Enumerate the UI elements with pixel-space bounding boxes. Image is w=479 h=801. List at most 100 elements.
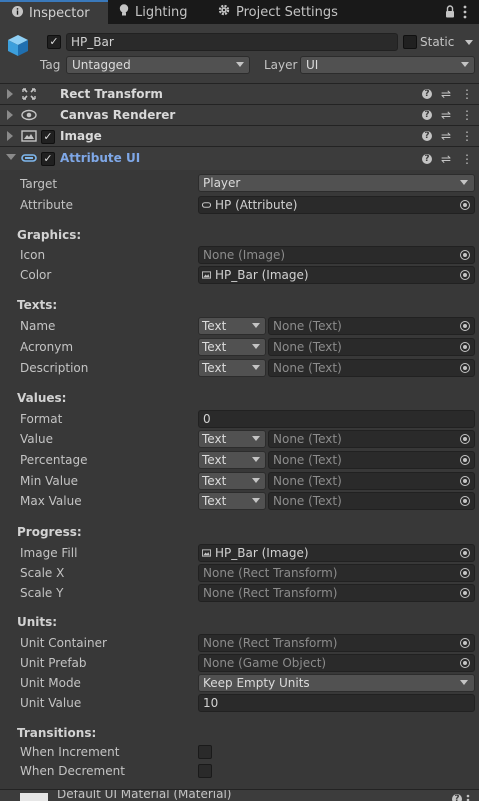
value-text-field[interactable]: None (Text) bbox=[268, 430, 475, 448]
name-mode-value: Text bbox=[202, 319, 227, 333]
attribute-field[interactable]: HP (Attribute) bbox=[198, 196, 475, 214]
more-options-icon[interactable]: ⋮ bbox=[460, 128, 474, 144]
unit-mode-dropdown[interactable]: Keep Empty Units bbox=[198, 674, 475, 692]
object-picker-icon[interactable] bbox=[460, 321, 470, 331]
more-options-icon[interactable]: ⋮ bbox=[460, 151, 474, 167]
object-picker-icon[interactable] bbox=[460, 363, 470, 373]
gameobject-header: ✓ HP_Bar Static Tag Untagged Layer UI bbox=[0, 24, 479, 85]
chevron-down-icon bbox=[460, 680, 468, 685]
unit-container-value: None (Rect Transform) bbox=[203, 636, 338, 650]
component-enabled-checkbox[interactable]: ✓ bbox=[41, 130, 55, 144]
acronym-label: Acronym bbox=[20, 340, 74, 354]
object-picker-icon[interactable] bbox=[460, 638, 470, 648]
component-attribute-ui[interactable]: ✓ Attribute UI ? ⇌ ⋮ bbox=[0, 146, 479, 170]
tab-bar: Inspector Lighting Project Settings bbox=[0, 0, 479, 24]
color-field[interactable]: HP_Bar (Image) bbox=[198, 266, 475, 284]
description-mode-value: Text bbox=[202, 361, 227, 375]
object-picker-icon[interactable] bbox=[460, 250, 470, 260]
object-picker-icon[interactable] bbox=[460, 455, 470, 465]
name-text-field[interactable]: None (Text) bbox=[268, 317, 475, 335]
info-icon bbox=[12, 5, 23, 21]
object-picker-icon[interactable] bbox=[460, 496, 470, 506]
target-value: Player bbox=[203, 176, 241, 190]
description-mode-dropdown[interactable]: Text bbox=[198, 359, 266, 377]
more-options-icon[interactable]: ⋮ bbox=[460, 86, 474, 102]
icon-field[interactable]: None (Image) bbox=[198, 246, 475, 264]
percentage-text-field[interactable]: None (Text) bbox=[268, 451, 475, 469]
script-icon bbox=[202, 202, 211, 208]
gameobject-active-checkbox[interactable]: ✓ bbox=[47, 35, 61, 49]
scale-x-field[interactable]: None (Rect Transform) bbox=[198, 564, 475, 582]
help-icon[interactable]: ? bbox=[422, 89, 432, 99]
tab-project-settings[interactable]: Project Settings bbox=[218, 0, 338, 24]
when-increment-checkbox[interactable] bbox=[198, 745, 212, 759]
unit-prefab-field[interactable]: None (Game Object) bbox=[198, 654, 475, 672]
tag-label: Tag bbox=[40, 58, 61, 72]
expand-arrow-icon[interactable] bbox=[7, 110, 13, 120]
acronym-text-field[interactable]: None (Text) bbox=[268, 338, 475, 356]
min-value-mode-dropdown[interactable]: Text bbox=[198, 472, 266, 490]
chevron-down-icon bbox=[236, 62, 244, 67]
object-picker-icon[interactable] bbox=[460, 658, 470, 668]
object-picker-icon[interactable] bbox=[460, 200, 470, 210]
min-value-text-field[interactable]: None (Text) bbox=[268, 472, 475, 490]
help-icon[interactable]: ? bbox=[422, 131, 432, 141]
tag-dropdown[interactable]: Untagged bbox=[66, 56, 250, 74]
unit-value-input[interactable]: 10 bbox=[198, 694, 475, 712]
more-options-icon[interactable] bbox=[466, 790, 470, 801]
expand-arrow-icon[interactable] bbox=[7, 131, 13, 141]
component-rect-transform[interactable]: Rect Transform ? ⇌ ⋮ bbox=[0, 83, 479, 104]
component-enabled-checkbox[interactable]: ✓ bbox=[41, 152, 55, 166]
scale-y-label: Scale Y bbox=[20, 586, 64, 600]
format-input[interactable]: 0 bbox=[198, 410, 475, 428]
chevron-down-icon bbox=[252, 436, 260, 441]
object-picker-icon[interactable] bbox=[460, 548, 470, 558]
more-options-icon[interactable] bbox=[463, 5, 467, 19]
static-label: Static bbox=[420, 35, 455, 49]
tab-lighting[interactable]: Lighting bbox=[119, 0, 188, 24]
object-picker-icon[interactable] bbox=[460, 568, 470, 578]
expand-arrow-icon[interactable] bbox=[7, 89, 13, 99]
object-picker-icon[interactable] bbox=[460, 588, 470, 598]
description-text-field[interactable]: None (Text) bbox=[268, 359, 475, 377]
presets-icon[interactable]: ⇌ bbox=[439, 86, 453, 102]
scale-y-field[interactable]: None (Rect Transform) bbox=[198, 584, 475, 602]
lock-icon[interactable] bbox=[445, 5, 455, 18]
object-picker-icon[interactable] bbox=[460, 476, 470, 486]
presets-icon[interactable]: ⇌ bbox=[439, 107, 453, 123]
name-mode-dropdown[interactable]: Text bbox=[198, 317, 266, 335]
transitions-heading: Transitions: bbox=[17, 726, 97, 740]
object-picker-icon[interactable] bbox=[460, 342, 470, 352]
script-icon bbox=[21, 152, 37, 166]
target-dropdown[interactable]: Player bbox=[198, 174, 475, 192]
object-picker-icon[interactable] bbox=[460, 270, 470, 280]
tab-inspector[interactable]: Inspector bbox=[0, 0, 108, 24]
help-icon[interactable]: ? bbox=[422, 110, 432, 120]
more-options-icon[interactable]: ⋮ bbox=[460, 107, 474, 123]
value-mode-dropdown[interactable]: Text bbox=[198, 430, 266, 448]
percentage-label: Percentage bbox=[20, 453, 88, 467]
collapse-arrow-icon[interactable] bbox=[6, 154, 16, 160]
component-canvas-renderer[interactable]: Canvas Renderer ? ⇌ ⋮ bbox=[0, 104, 479, 125]
static-dropdown-arrow[interactable] bbox=[465, 40, 473, 45]
presets-icon[interactable]: ⇌ bbox=[439, 128, 453, 144]
presets-icon[interactable]: ⇌ bbox=[439, 151, 453, 167]
attribute-value: HP (Attribute) bbox=[215, 198, 298, 212]
acronym-mode-dropdown[interactable]: Text bbox=[198, 338, 266, 356]
unit-container-field[interactable]: None (Rect Transform) bbox=[198, 634, 475, 652]
help-icon[interactable]: ? bbox=[422, 154, 432, 164]
image-fill-field[interactable]: HP_Bar (Image) bbox=[198, 544, 475, 562]
layer-dropdown[interactable]: UI bbox=[300, 56, 475, 74]
gameobject-name-input[interactable]: HP_Bar bbox=[66, 33, 398, 51]
percentage-mode-dropdown[interactable]: Text bbox=[198, 451, 266, 469]
max-value-text-field[interactable]: None (Text) bbox=[268, 492, 475, 510]
when-decrement-checkbox[interactable] bbox=[198, 764, 212, 778]
icon-label: Icon bbox=[20, 248, 46, 262]
color-value: HP_Bar (Image) bbox=[215, 268, 309, 282]
object-picker-icon[interactable] bbox=[460, 434, 470, 444]
chevron-down-icon bbox=[252, 323, 260, 328]
max-value-mode-dropdown[interactable]: Text bbox=[198, 492, 266, 510]
static-checkbox[interactable] bbox=[403, 35, 417, 49]
material-footer[interactable]: Default UI Material (Material) ? bbox=[0, 789, 479, 801]
component-image[interactable]: ✓ Image ? ⇌ ⋮ bbox=[0, 125, 479, 146]
